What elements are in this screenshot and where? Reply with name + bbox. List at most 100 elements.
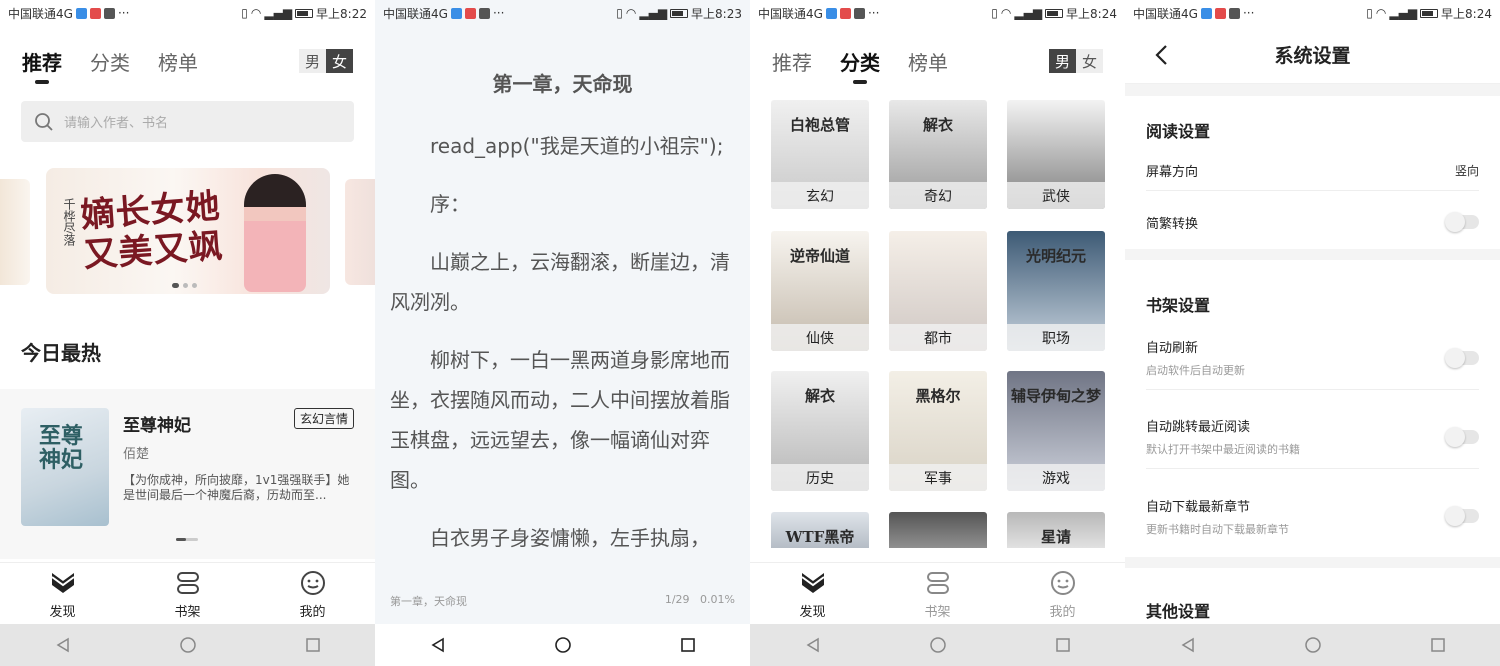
- reader-body: read_app("我是天道的小祖宗"); 序： 山巅之上，云海翻滚，断崖边，清…: [390, 126, 738, 576]
- gender-switch: 男 女: [1049, 49, 1103, 73]
- back-chevron-icon[interactable]: [1153, 44, 1171, 66]
- banner-prev-peek[interactable]: [0, 179, 30, 285]
- category-cover-text: 光明纪元: [1025, 247, 1086, 265]
- vibrate-icon: ▯: [241, 6, 248, 20]
- gender-male-button[interactable]: 男: [1049, 49, 1076, 73]
- paragraph: 序：: [430, 192, 470, 216]
- category-cell[interactable]: 武侠: [1007, 100, 1105, 209]
- tab-label: 我的: [1049, 605, 1076, 620]
- hot-book-card[interactable]: 至尊神妃 至尊神妃 玄幻言情 佰楚 【为你成神，所向披靡，1v1强强联手】她是世…: [0, 389, 375, 559]
- category-label: 游戏: [1007, 464, 1105, 491]
- wifi-icon: ◠: [250, 6, 262, 20]
- system-nav-bar: [375, 624, 750, 666]
- settings-section-other: 其他设置: [1125, 568, 1500, 624]
- book-title: 至尊神妃: [123, 416, 191, 436]
- tab-bookshelf[interactable]: 书架: [903, 569, 973, 620]
- home-nav-icon[interactable]: [179, 637, 196, 653]
- read-progress: 0.01%: [700, 593, 735, 606]
- back-nav-icon[interactable]: [805, 637, 821, 653]
- tab-label: 书架: [924, 605, 951, 620]
- tab-recommend[interactable]: 推荐: [772, 47, 812, 76]
- signal-icon: ▂▄▆: [1014, 6, 1043, 20]
- wechat-icon: [478, 7, 490, 19]
- search-input[interactable]: 请输入作者、书名: [21, 101, 354, 142]
- paragraph: 柳树下，一白一黑两道身影席地而坐，衣摆随风而动，二人中间摆放着脂玉棋盘，远远望去…: [390, 348, 730, 492]
- toggle-switch[interactable]: [1445, 212, 1479, 232]
- toggle-switch[interactable]: [1445, 506, 1479, 526]
- book-cover-text: 至尊神妃: [38, 423, 83, 473]
- tab-mine[interactable]: 我的: [1028, 569, 1098, 620]
- notification-icon: [1200, 7, 1212, 19]
- setting-subtitle: 更新书籍时自动下载最新章节: [1146, 522, 1289, 536]
- reader-footer: 第一章，天命现 1/29 0.01%: [390, 593, 735, 609]
- back-nav-icon[interactable]: [55, 637, 71, 653]
- toggle-switch[interactable]: [1445, 426, 1479, 447]
- back-nav-icon[interactable]: [430, 637, 446, 653]
- home-nav-icon[interactable]: [1304, 637, 1321, 653]
- home-nav-icon[interactable]: [929, 637, 946, 653]
- category-label: 历史: [771, 464, 869, 491]
- banner-carousel[interactable]: 千桦尽落 嫡长女她又美又飒: [46, 168, 330, 294]
- paragraph: read_app("我是天道的小祖宗");: [430, 134, 724, 158]
- tab-ranking[interactable]: 榜单: [908, 47, 948, 76]
- book-author: 佰楚: [123, 447, 150, 462]
- category-cell[interactable]: 都市: [889, 231, 987, 351]
- category-label: 武侠: [1007, 182, 1105, 209]
- top-tabs: 推荐 分类 榜单 男 女: [772, 44, 1103, 84]
- notification-icon: [464, 7, 476, 19]
- recents-nav-icon[interactable]: [1055, 637, 1071, 653]
- tab-discover[interactable]: 发现: [28, 569, 98, 620]
- system-nav-bar: [750, 624, 1125, 666]
- recents-nav-icon[interactable]: [680, 637, 696, 653]
- tab-category[interactable]: 分类: [840, 47, 880, 84]
- category-cell[interactable]: 白袍总管 玄幻: [771, 100, 869, 209]
- category-label: 玄幻: [771, 182, 869, 209]
- category-cell[interactable]: 解衣 历史: [771, 371, 869, 491]
- setting-row-traditional: 简繁转换: [1146, 202, 1479, 242]
- genre-badge: 玄幻言情: [293, 408, 354, 429]
- smile-icon: [299, 569, 327, 597]
- card-page-indicator: [176, 538, 198, 541]
- tab-discover[interactable]: 发现: [778, 569, 848, 620]
- category-cell[interactable]: 辅导伊甸之梦 游戏: [1007, 371, 1105, 491]
- setting-row-orientation[interactable]: 屏幕方向 竖向: [1146, 151, 1479, 191]
- vibrate-icon: ▯: [616, 6, 623, 20]
- bottom-tab-bar: 发现 书架 我的: [750, 562, 1125, 624]
- recents-nav-icon[interactable]: [305, 637, 321, 653]
- toggle-switch[interactable]: [1445, 347, 1479, 368]
- signal-icon: ▂▄▆: [1389, 6, 1418, 20]
- reader-screen[interactable]: 中国联通4G ··· ▯ ◠ ▂▄▆ 早上8:23 第一章，天命现 read_app("…: [375, 0, 750, 666]
- settings-section-reading: 阅读设置 屏幕方向 竖向 简繁转换: [1125, 96, 1500, 249]
- banner-side-text: 千桦尽落: [62, 198, 76, 246]
- more-notifications-icon: ···: [1242, 6, 1255, 20]
- notification-icon: [1214, 7, 1226, 19]
- tab-ranking[interactable]: 榜单: [158, 47, 198, 76]
- gender-female-button[interactable]: 女: [326, 49, 353, 73]
- category-cell[interactable]: 逆帝仙道 仙侠: [771, 231, 869, 351]
- wechat-icon: [853, 7, 865, 19]
- wifi-icon: ◠: [625, 6, 637, 20]
- recents-nav-icon[interactable]: [1430, 637, 1446, 653]
- status-bar: 中国联通4G ··· ▯ ◠ ▂▄▆ 早上8:24: [750, 0, 1125, 26]
- back-nav-icon[interactable]: [1180, 637, 1196, 653]
- tab-mine[interactable]: 我的: [278, 569, 348, 620]
- section-title: 阅读设置: [1146, 122, 1211, 141]
- home-nav-icon[interactable]: [554, 637, 571, 653]
- tab-bookshelf[interactable]: 书架: [153, 569, 223, 620]
- tab-category[interactable]: 分类: [90, 47, 130, 76]
- more-notifications-icon: ···: [867, 6, 880, 20]
- category-cover-text: 逆帝仙道: [789, 247, 850, 265]
- category-cell[interactable]: 解衣 奇幻: [889, 100, 987, 209]
- footer-chapter: 第一章，天命现: [390, 595, 467, 608]
- tab-recommend[interactable]: 推荐: [22, 47, 62, 84]
- system-nav-bar: [1125, 624, 1500, 666]
- gender-male-button[interactable]: 男: [299, 49, 326, 73]
- top-tabs: 推荐 分类 榜单 男 女: [22, 44, 353, 84]
- category-cell[interactable]: 光明纪元 职场: [1007, 231, 1105, 351]
- category-label: 都市: [889, 324, 987, 351]
- more-notifications-icon: ···: [492, 6, 505, 20]
- banner-next-peek[interactable]: [345, 179, 375, 285]
- setting-label: 自动下载最新章节: [1146, 499, 1251, 515]
- gender-female-button[interactable]: 女: [1076, 49, 1103, 73]
- category-cell[interactable]: 黑格尔 军事: [889, 371, 987, 491]
